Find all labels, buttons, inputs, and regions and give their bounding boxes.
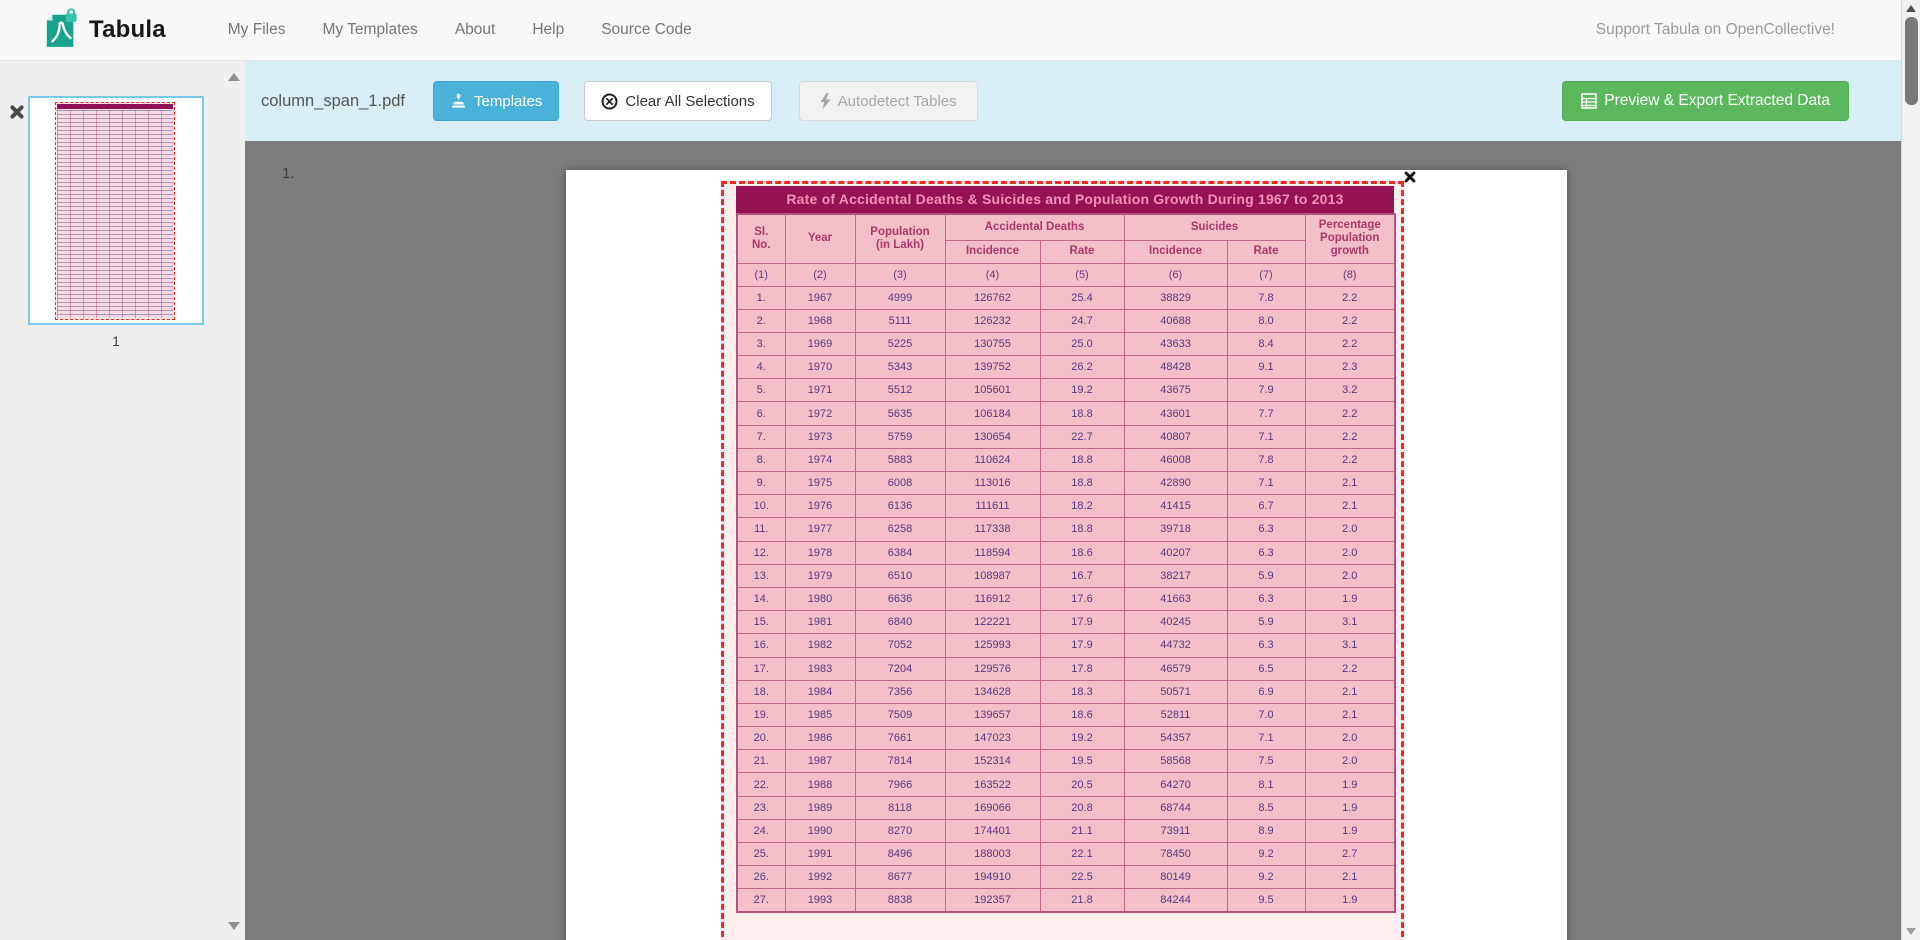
page-thumbnail-sidebar: 1: [0, 61, 245, 940]
scrollbar-thumb[interactable]: [1905, 17, 1918, 105]
clear-button-label: Clear All Selections: [625, 93, 754, 110]
table-list-icon: [1581, 93, 1597, 109]
tabula-logo-icon: [44, 7, 78, 54]
nav-link-my-templates[interactable]: My Templates: [322, 21, 417, 39]
document-toolbar: column_span_1.pdf Templates Clear All Se…: [245, 61, 1901, 141]
pdf-canvas: 1. Rate of Accidental Deaths & Suicides …: [245, 141, 1901, 940]
sidebar-scroll-down-icon[interactable]: [228, 922, 240, 930]
nav-link-source-code[interactable]: Source Code: [601, 21, 691, 39]
circled-x-icon: [601, 93, 618, 110]
thumbnail-selection-rect: [55, 102, 175, 320]
nav-link-help[interactable]: Help: [532, 21, 564, 39]
page-thumbnail[interactable]: [28, 96, 204, 325]
remove-page-icon[interactable]: [8, 103, 25, 120]
autodetect-tables-button[interactable]: Autodetect Tables: [799, 81, 978, 121]
template-stamp-icon: [450, 93, 467, 109]
nav-links: My Files My Templates About Help Source …: [228, 21, 692, 39]
page-index-label: 1.: [282, 165, 295, 182]
brand-home-link[interactable]: Tabula: [44, 7, 166, 54]
thumbnail-page-number: 1: [28, 333, 204, 349]
top-navbar: Tabula My Files My Templates About Help …: [0, 0, 1920, 61]
sidebar-scroll-up-icon[interactable]: [228, 73, 240, 81]
document-filename: column_span_1.pdf: [261, 92, 405, 111]
thumbnail-table-grid: [57, 110, 173, 318]
nav-link-about[interactable]: About: [455, 21, 496, 39]
templates-button[interactable]: Templates: [433, 81, 559, 121]
selection-close-icon[interactable]: [1403, 170, 1417, 184]
export-button-label: Preview & Export Extracted Data: [1604, 92, 1830, 110]
autodetect-button-label: Autodetect Tables: [838, 93, 957, 110]
nav-link-my-files[interactable]: My Files: [228, 21, 286, 39]
table-selection-rect[interactable]: [721, 181, 1404, 940]
preview-export-button[interactable]: Preview & Export Extracted Data: [1562, 81, 1849, 121]
thumbnail-table-title-bar: [57, 104, 173, 109]
brand-name: Tabula: [89, 16, 166, 44]
clear-all-selections-button[interactable]: Clear All Selections: [584, 81, 771, 121]
scrollbar-down-icon[interactable]: [1906, 928, 1916, 935]
lightning-bolt-icon: [820, 93, 831, 109]
templates-button-label: Templates: [474, 93, 542, 110]
window-scrollbar: [1901, 0, 1920, 940]
pdf-page[interactable]: Rate of Accidental Deaths & Suicides and…: [566, 170, 1567, 940]
scrollbar-up-icon[interactable]: [1906, 5, 1916, 12]
support-link[interactable]: Support Tabula on OpenCollective!: [1596, 21, 1835, 39]
